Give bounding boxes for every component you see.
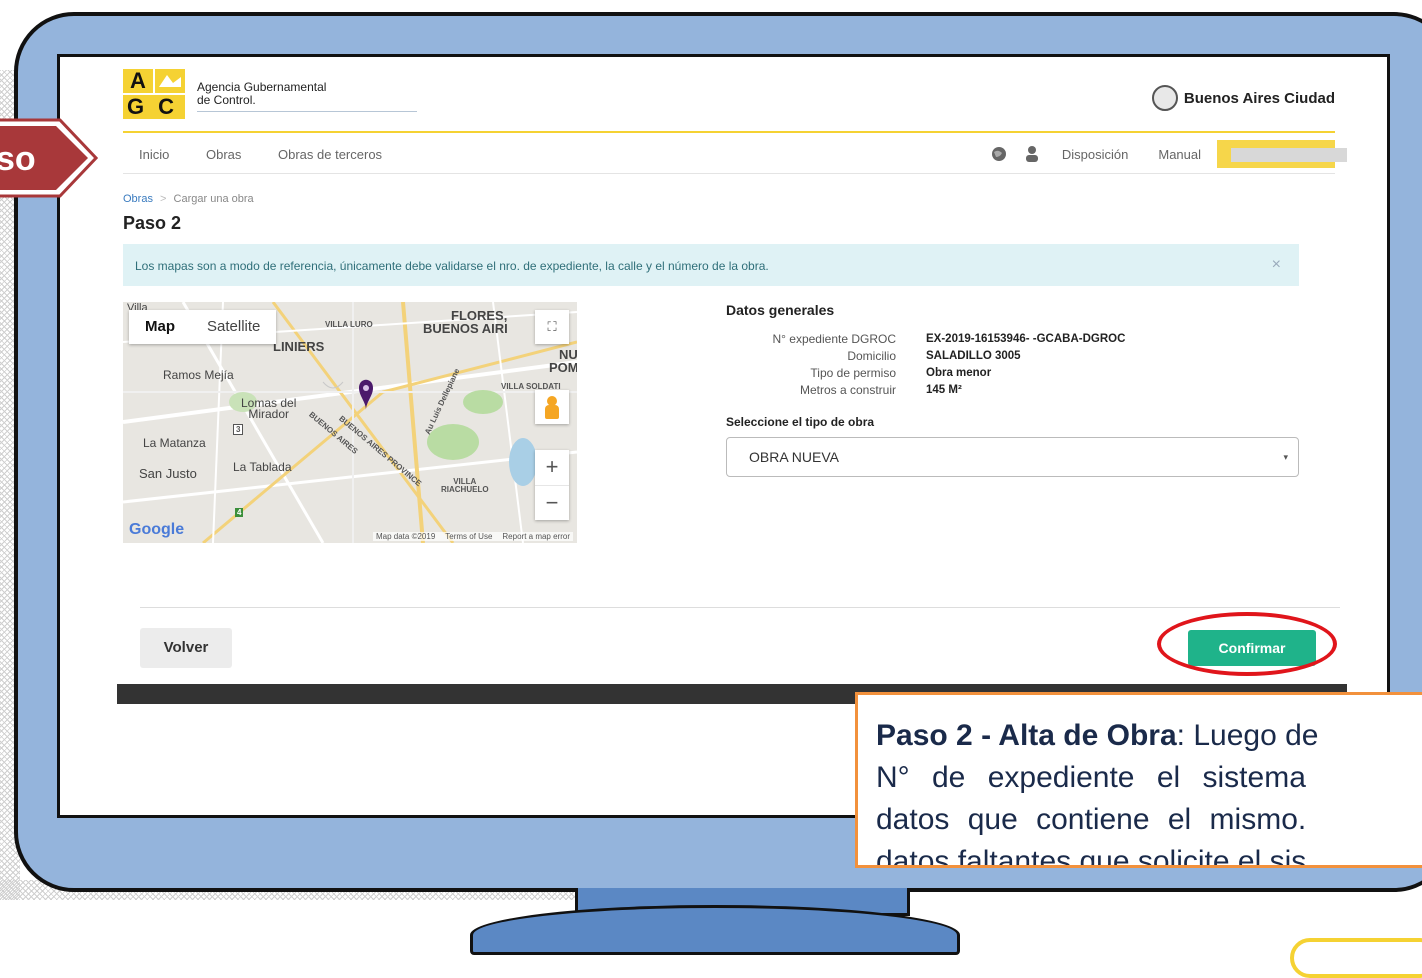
- agency-name: Agencia Gubernamental de Control.: [197, 81, 326, 107]
- map-label-ramos-mejia: Ramos Mejía: [163, 368, 234, 382]
- callout-step: Paso 2: [876, 719, 973, 752]
- map-label-riachuelo-2: RIACHUELO: [441, 485, 489, 494]
- step-arrow-text: so: [0, 140, 36, 178]
- google-logo: Google: [129, 521, 185, 538]
- callout-line-3: datos que contiene el mismo.: [876, 803, 1307, 836]
- datos-key: N° expediente DGROC: [772, 332, 896, 346]
- close-icon[interactable]: ×: [1272, 256, 1281, 274]
- header-accent-line: [123, 131, 1335, 133]
- datos-key: Metros a construir: [799, 383, 896, 397]
- logo-ba-mark: [159, 75, 181, 87]
- ba-seal-icon: [1151, 85, 1178, 111]
- zoom-out-button[interactable]: −: [535, 486, 569, 521]
- confirm-highlight-ring: [1157, 612, 1337, 676]
- map-type-control: Map Satellite: [129, 310, 277, 344]
- map-zoom-control: + −: [535, 450, 569, 520]
- map-report-link[interactable]: Report a map error: [502, 532, 570, 541]
- datos-heading: Datos generales: [726, 302, 835, 318]
- main-nav: Inicio Obras Obras de terceros Disposici…: [123, 137, 1347, 174]
- breadcrumb-current: Cargar una obra: [173, 193, 254, 205]
- nav-item-disposicion[interactable]: Disposición: [1062, 147, 1128, 162]
- datos-key: Tipo de permiso: [810, 366, 896, 380]
- street-view-pegman-icon[interactable]: [535, 390, 569, 424]
- fullscreen-icon[interactable]: ⛶: [535, 310, 569, 344]
- map-label-liniers: LINIERS: [273, 339, 325, 354]
- breadcrumb-separator: >: [160, 193, 167, 205]
- ba-brand-label: Buenos Aires Ciudad: [1183, 89, 1335, 107]
- info-alert: Los mapas son a modo de referencia, únic…: [123, 244, 1299, 286]
- location-map[interactable]: Villa FLORES, BUENOS AIRI VILLA LURO LIN…: [123, 302, 577, 543]
- map-terms-link[interactable]: Terms of Use: [445, 532, 492, 541]
- map-label-lomas: Lomas del Mirador: [241, 397, 296, 421]
- next-button-partial: [1290, 938, 1422, 978]
- map-label-la-tablada: La Tablada: [233, 460, 292, 474]
- callout-line-1-rest: : Luego de: [1176, 719, 1319, 752]
- callout-line-4: datos faltantes que solicite el sis: [876, 845, 1307, 868]
- agency-underline: [197, 111, 417, 112]
- map-label-pom: POM: [549, 360, 577, 375]
- map-label-la-matanza: La Matanza: [143, 436, 206, 450]
- site-header: A GC Agencia Gubernamental de Control. B…: [123, 69, 1335, 127]
- tipo-obra-value: OBRA NUEVA: [749, 449, 839, 465]
- map-label-san-justo: San Justo: [139, 466, 197, 481]
- instruction-callout: Paso 2 - Alta de Obra: Luego de N° de ex…: [855, 692, 1422, 868]
- callout-dash: -: [972, 719, 999, 752]
- ba-brand[interactable]: Buenos Aires Ciudad: [1151, 85, 1335, 111]
- chevron-down-icon: ▾: [1283, 452, 1288, 462]
- map-attribution: Map data ©2019 Terms of Use Report a map…: [373, 532, 573, 541]
- datos-key: Domicilio: [847, 349, 896, 363]
- datos-generales: Datos generales N° expediente DGROC EX-20…: [726, 302, 1300, 397]
- agc-logo: A GC: [123, 69, 187, 119]
- logo-cell-ba: [155, 69, 185, 93]
- datos-value: EX-2019-16153946- -GCABA-DGROC: [926, 333, 1126, 345]
- page-title: Paso 2: [123, 213, 182, 233]
- map-label-villa-luro: VILLA LURO: [325, 320, 373, 329]
- nav-item-manual[interactable]: Manual: [1158, 147, 1201, 162]
- tipo-obra-label: Seleccione el tipo de obra: [726, 415, 875, 429]
- zoom-in-button[interactable]: +: [535, 450, 569, 486]
- nav-right: Disposición Manual: [990, 139, 1347, 169]
- datos-value: Obra menor: [926, 367, 992, 379]
- datos-value: 145 M²: [926, 384, 962, 396]
- logo-cell-a: A: [123, 69, 153, 93]
- agency-line-2: de Control.: [197, 93, 256, 107]
- callout-line-1: Paso 2 - Alta de Obra: Luego de: [876, 715, 1422, 757]
- map-label-buenos-aires: BUENOS AIRI: [423, 321, 508, 336]
- nav-item-obras[interactable]: Obras: [206, 147, 241, 162]
- back-button[interactable]: Volver: [140, 628, 232, 668]
- step-arrow-tag: so: [0, 118, 98, 198]
- breadcrumb-obras[interactable]: Obras: [123, 193, 153, 205]
- map-label-lomas-2: Mirador: [248, 407, 290, 421]
- map-tab-satellite[interactable]: Satellite: [191, 310, 276, 344]
- map-tab-map[interactable]: Map: [129, 310, 191, 344]
- map-route-3: 3: [233, 424, 244, 435]
- map-route-4: 4: [235, 508, 244, 517]
- user-icon[interactable]: [1024, 145, 1040, 163]
- globe-icon[interactable]: [990, 145, 1008, 163]
- user-name-redacted[interactable]: [1217, 140, 1347, 168]
- alert-text: Los mapas son a modo de referencia, únic…: [135, 259, 769, 273]
- form-divider: [140, 607, 1340, 608]
- callout-step-title: Alta de Obra: [998, 719, 1177, 752]
- datos-value: SALADILLO 3005: [926, 350, 1021, 362]
- logo-cell-gc: GC: [123, 95, 185, 119]
- breadcrumb: Obras > Cargar una obra: [123, 193, 254, 205]
- tipo-obra-select[interactable]: OBRA NUEVA ▾: [726, 437, 1299, 477]
- nav-item-inicio[interactable]: Inicio: [139, 147, 169, 162]
- map-label-riachuelo: VILLA RIACHUELO: [441, 478, 489, 494]
- callout-line-2: N° de expediente el sistema: [876, 761, 1306, 794]
- map-data-credit: Map data ©2019: [376, 532, 436, 541]
- nav-item-obras-terceros[interactable]: Obras de terceros: [278, 147, 382, 162]
